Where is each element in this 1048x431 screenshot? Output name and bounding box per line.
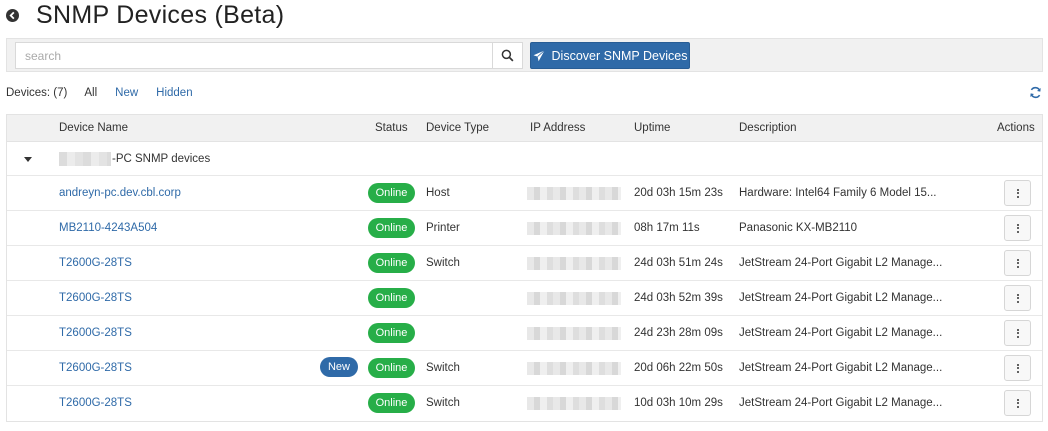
kebab-menu-icon [1016, 258, 1019, 268]
filter-tab-all[interactable]: All [84, 87, 97, 99]
search-input[interactable] [15, 42, 492, 69]
page-title: SNMP Devices (Beta) [36, 1, 285, 29]
device-name-link[interactable]: T2600G-28TS [59, 327, 132, 339]
device-filter-bar: Devices: (7) All New Hidden [6, 85, 211, 101]
row-actions-button[interactable] [1004, 355, 1031, 381]
device-type: Host [426, 187, 450, 199]
description: JetStream 24-Port Gigabit L2 Manage... [739, 257, 943, 269]
column-header-device-name[interactable]: Device Name [59, 122, 128, 134]
status-badge: Online [368, 183, 415, 203]
redacted-ip-address [527, 222, 621, 235]
table-row: T2600G-28TS New Online Switch 20d 06h 22m… [7, 351, 1042, 386]
discover-snmp-devices-button[interactable]: Discover SNMP Devices [530, 42, 690, 69]
uptime: 24d 03h 51m 24s [634, 257, 723, 269]
redacted-ip-address [527, 397, 621, 410]
status-badge: Online [368, 218, 415, 238]
row-actions-button[interactable] [1004, 320, 1031, 346]
column-header-actions: Actions [997, 122, 1035, 134]
back-arrow-icon[interactable] [6, 9, 19, 22]
device-name-link[interactable]: T2600G-28TS [59, 397, 132, 409]
status-badge: Online [368, 323, 415, 343]
column-header-device-type[interactable]: Device Type [426, 122, 489, 134]
description: JetStream 24-Port Gigabit L2 Manage... [739, 397, 943, 409]
uptime: 24d 03h 52m 39s [634, 292, 723, 304]
description: Hardware: Intel64 Family 6 Model 15... [739, 187, 937, 199]
description: JetStream 24-Port Gigabit L2 Manage... [739, 292, 943, 304]
group-label: -PC SNMP devices [112, 153, 211, 165]
row-actions-button[interactable] [1004, 390, 1031, 416]
table-row: MB2110-4243A504 Online Printer 08h 17m 1… [7, 211, 1042, 246]
kebab-menu-icon [1016, 398, 1019, 408]
kebab-menu-icon [1016, 188, 1019, 198]
uptime: 08h 17m 11s [634, 222, 700, 234]
kebab-menu-icon [1016, 363, 1019, 373]
redacted-ip-address [527, 292, 621, 305]
row-actions-button[interactable] [1004, 215, 1031, 241]
uptime: 24d 23h 28m 09s [634, 327, 723, 339]
uptime: 20d 03h 15m 23s [634, 187, 723, 199]
column-header-status[interactable]: Status [375, 122, 408, 134]
uptime: 10d 03h 10m 29s [634, 397, 723, 409]
search-button[interactable] [492, 42, 523, 69]
redacted-ip-address [527, 362, 621, 375]
device-name-link[interactable]: T2600G-28TS [59, 292, 132, 304]
caret-down-icon[interactable] [24, 157, 32, 162]
discover-button-label: Discover SNMP Devices [551, 48, 688, 63]
kebab-menu-icon [1016, 293, 1019, 303]
column-header-ip-address[interactable]: IP Address [530, 122, 585, 134]
device-type: Printer [426, 222, 460, 234]
device-group-row[interactable]: -PC SNMP devices [7, 142, 1042, 176]
status-badge: Online [368, 358, 415, 378]
kebab-menu-icon [1016, 223, 1019, 233]
table-row: T2600G-28TS Online 24d 03h 52m 39s JetSt… [7, 281, 1042, 316]
device-type: Switch [426, 257, 460, 269]
refresh-icon[interactable] [1029, 86, 1042, 99]
row-actions-button[interactable] [1004, 180, 1031, 206]
table-row: T2600G-28TS Online Switch 10d 03h 10m 29… [7, 386, 1042, 421]
snmp-devices-table: Device Name Status Device Type IP Addres… [6, 114, 1043, 422]
column-header-uptime[interactable]: Uptime [634, 122, 670, 134]
device-name-link[interactable]: MB2110-4243A504 [59, 222, 157, 234]
row-actions-button[interactable] [1004, 285, 1031, 311]
devices-count: Devices: (7) [6, 87, 68, 99]
filter-tab-new[interactable]: New [115, 87, 138, 99]
table-row: T2600G-28TS Online 24d 23h 28m 09s JetSt… [7, 316, 1042, 351]
description: JetStream 24-Port Gigabit L2 Manage... [739, 327, 943, 339]
row-actions-button[interactable] [1004, 250, 1031, 276]
status-badge: Online [368, 288, 415, 308]
description: JetStream 24-Port Gigabit L2 Manage... [739, 362, 943, 374]
description: Panasonic KX-MB2110 [739, 222, 858, 234]
redacted-ip-address [527, 187, 621, 200]
new-badge: New [320, 357, 358, 377]
device-name-link[interactable]: T2600G-28TS [59, 257, 132, 269]
table-row: T2600G-28TS Online Switch 24d 03h 51m 24… [7, 246, 1042, 281]
search-toolbar: Discover SNMP Devices [6, 38, 1043, 72]
device-type: Switch [426, 362, 460, 374]
kebab-menu-icon [1016, 328, 1019, 338]
status-badge: Online [368, 253, 415, 273]
redacted-ip-address [527, 327, 621, 340]
device-name-link[interactable]: andreyn-pc.dev.cbl.corp [59, 187, 181, 199]
uptime: 20d 06h 22m 50s [634, 362, 723, 374]
redacted-ip-address [527, 257, 621, 270]
search-icon [501, 49, 514, 62]
device-name-link[interactable]: T2600G-28TS [59, 362, 132, 374]
table-header: Device Name Status Device Type IP Addres… [7, 115, 1042, 142]
paper-plane-icon [533, 49, 545, 61]
filter-tab-hidden[interactable]: Hidden [156, 87, 192, 99]
status-badge: Online [368, 393, 415, 413]
column-header-description[interactable]: Description [739, 122, 797, 134]
table-row: andreyn-pc.dev.cbl.corp Online Host 20d … [7, 176, 1042, 211]
redacted-host-name [59, 152, 111, 166]
device-type: Switch [426, 397, 460, 409]
